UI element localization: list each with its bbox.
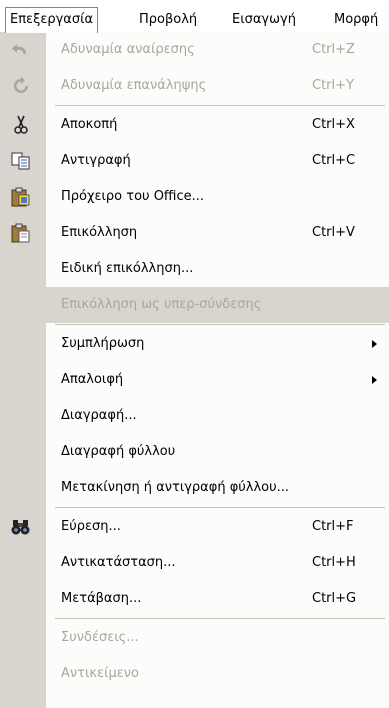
- menu-item-cut[interactable]: Αποκοπή Ctrl+X: [0, 107, 389, 143]
- menu-separator: [55, 324, 385, 325]
- menu-item-label: Μετάβαση...: [61, 591, 142, 606]
- paste-icon: [10, 223, 32, 243]
- menu-separator: [55, 105, 385, 106]
- shortcut-label: Ctrl+G: [312, 591, 357, 606]
- menu-item-label: Πρόχειρο του Office...: [61, 189, 205, 204]
- menu-view[interactable]: Προβολή: [139, 9, 197, 31]
- menu-item-find[interactable]: Εύρεση... Ctrl+F: [0, 509, 389, 545]
- menu-bar: Επεξεργασία Προβολή Εισαγωγή Μορφή: [0, 0, 389, 33]
- menu-separator: [55, 618, 385, 619]
- menu-item-label: Συμπλήρωση: [61, 336, 145, 351]
- menu-item-paste-as-hyperlink[interactable]: Επικόλληση ως υπερ-σύνδεσης: [0, 287, 389, 323]
- menu-item-label: Επικόλληση ως υπερ-σύνδεσης: [61, 297, 262, 312]
- menu-item-label: Ειδική επικόλληση...: [61, 261, 194, 276]
- menu-item-label: Απαλοιφή: [61, 372, 124, 387]
- edit-dropdown-menu: Αδυναμία αναίρεσης Ctrl+Z Αδυναμία επανά…: [0, 32, 389, 708]
- menu-item-office-clipboard[interactable]: Πρόχειρο του Office...: [0, 179, 389, 215]
- menu-item-label: Συνδέσεις...: [61, 630, 139, 645]
- menu-item-replace[interactable]: Αντικατάσταση... Ctrl+H: [0, 545, 389, 581]
- shortcut-label: Ctrl+V: [312, 225, 355, 240]
- menu-item-label: Αντιγραφή: [61, 153, 131, 168]
- menu-item-move-copy-sheet[interactable]: Μετακίνηση ή αντιγραφή φύλλου...: [0, 470, 389, 506]
- menu-item-label: Επικόλληση: [61, 225, 138, 240]
- menu-item-label: Μετακίνηση ή αντιγραφή φύλλου...: [61, 480, 290, 495]
- shortcut-label: Ctrl+C: [312, 153, 356, 168]
- menu-insert[interactable]: Εισαγωγή: [232, 9, 296, 31]
- menu-item-delete[interactable]: Διαγραφή...: [0, 398, 389, 434]
- copy-icon: [10, 151, 32, 171]
- menu-item-label: Διαγραφή φύλλου: [61, 444, 176, 459]
- menu-item-paste-special[interactable]: Ειδική επικόλληση...: [0, 251, 389, 287]
- shortcut-label: Ctrl+X: [312, 117, 355, 132]
- shortcut-label: Ctrl+H: [312, 555, 356, 570]
- office-clipboard-icon: [10, 187, 32, 207]
- submenu-arrow-icon: [372, 340, 377, 348]
- menu-item-label: Εύρεση...: [61, 519, 121, 534]
- menu-item-undo[interactable]: Αδυναμία αναίρεσης Ctrl+Z: [0, 32, 389, 68]
- menu-item-redo[interactable]: Αδυναμία επανάληψης Ctrl+Y: [0, 68, 389, 104]
- menu-edit[interactable]: Επεξεργασία: [5, 7, 99, 33]
- menu-item-object[interactable]: Αντικείμενο: [0, 656, 389, 692]
- menu-item-links[interactable]: Συνδέσεις...: [0, 620, 389, 656]
- menu-separator: [55, 507, 385, 508]
- binoculars-icon: [10, 517, 32, 537]
- menu-format[interactable]: Μορφή: [334, 9, 378, 31]
- menu-item-label: Αντικατάσταση...: [61, 555, 176, 570]
- undo-icon: [10, 40, 32, 60]
- menu-item-go-to[interactable]: Μετάβαση... Ctrl+G: [0, 581, 389, 617]
- submenu-arrow-icon: [372, 376, 377, 384]
- menu-item-label: Αποκοπή: [61, 117, 118, 132]
- menu-item-label: Διαγραφή...: [61, 408, 137, 423]
- menu-item-delete-sheet[interactable]: Διαγραφή φύλλου: [0, 434, 389, 470]
- scissors-icon: [10, 115, 32, 135]
- shortcut-label: Ctrl+Z: [312, 42, 355, 57]
- menu-item-clear[interactable]: Απαλοιφή: [0, 362, 389, 398]
- redo-icon: [10, 76, 32, 96]
- shortcut-label: Ctrl+F: [312, 519, 354, 534]
- shortcut-label: Ctrl+Y: [312, 78, 354, 93]
- menu-item-label: Αντικείμενο: [61, 666, 139, 681]
- menu-item-label: Αδυναμία επανάληψης: [61, 78, 207, 93]
- menu-item-fill[interactable]: Συμπλήρωση: [0, 326, 389, 362]
- menu-item-paste[interactable]: Επικόλληση Ctrl+V: [0, 215, 389, 251]
- menu-item-copy[interactable]: Αντιγραφή Ctrl+C: [0, 143, 389, 179]
- menu-item-label: Αδυναμία αναίρεσης: [61, 42, 195, 57]
